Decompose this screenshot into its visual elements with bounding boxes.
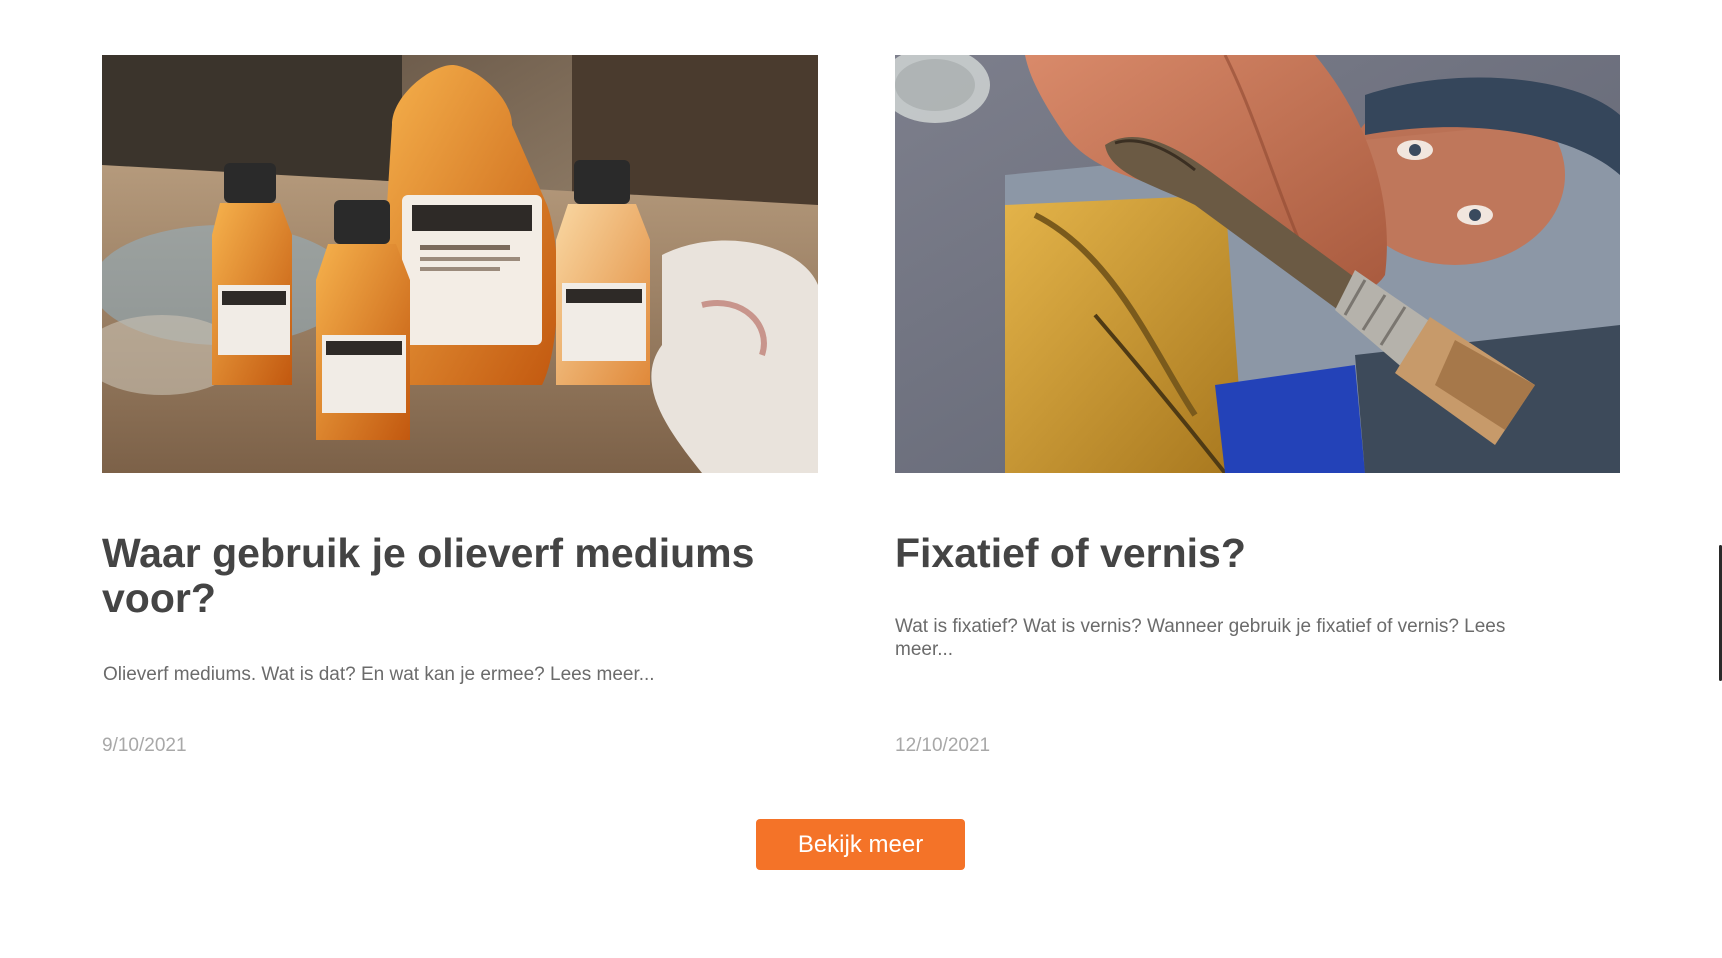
post-card: Fixatief of vernis? Wat is fixatief? Wat… [895, 55, 1620, 756]
post-date: 9/10/2021 [102, 735, 187, 756]
post-excerpt: Wat is fixatief? Wat is vernis? Wanneer … [895, 616, 1506, 660]
view-more-button[interactable]: Bekijk meer [756, 819, 965, 870]
post-title[interactable]: Fixatief of vernis? [895, 531, 1595, 576]
post-card: Waar gebruik je olieverf mediums voor? O… [102, 55, 818, 756]
post-image-oil-mediums[interactable] [102, 55, 818, 473]
post-excerpt: Olieverf mediums. Wat is dat? En wat kan… [103, 664, 655, 685]
post-title[interactable]: Waar gebruik je olieverf mediums voor? [102, 531, 802, 621]
varnish-brush-photo-icon [895, 55, 1620, 473]
post-date: 12/10/2021 [895, 735, 991, 756]
oil-bottles-photo-icon [102, 55, 818, 473]
post-image-fixatief-vernis[interactable] [895, 55, 1620, 473]
blog-section: Waar gebruik je olieverf mediums voor? O… [0, 0, 1722, 958]
